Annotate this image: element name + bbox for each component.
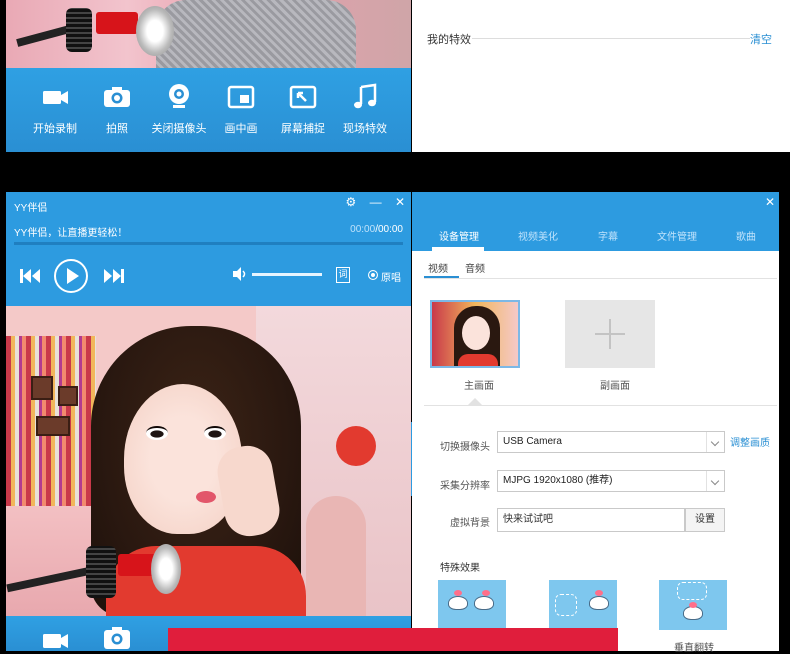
active-tab-indicator <box>432 247 484 251</box>
track-time: 00:00/00:00 <box>350 224 403 235</box>
close-camera-button[interactable]: 关闭摄像头 <box>148 82 210 144</box>
window-controls: ⚙ — ✕ <box>335 195 405 209</box>
my-effects-panel: 我的特效 清空 <box>412 0 790 152</box>
webcam-icon <box>148 82 210 112</box>
close-camera-label: 关闭摄像头 <box>151 123 207 135</box>
live-effects-label: 现场特效 <box>343 123 387 135</box>
main-screen-label: 主画面 <box>464 381 494 392</box>
virtual-bg-input[interactable]: 快来试试吧 <box>497 508 685 532</box>
subtab-audio[interactable]: 音频 <box>465 260 485 275</box>
take-photo-button[interactable]: 拍照 <box>86 82 148 144</box>
camera-preview <box>6 306 411 616</box>
screen-capture-icon <box>272 82 334 112</box>
music-note-icon <box>334 82 396 112</box>
volume-icon[interactable] <box>232 266 248 282</box>
virtual-bg-set-button[interactable]: 设置 <box>685 508 725 532</box>
my-effects-label: 我的特效 <box>427 34 471 46</box>
close-icon[interactable]: ✕ <box>395 195 405 209</box>
divider <box>424 405 777 406</box>
camera-value: USB Camera <box>503 436 562 447</box>
flip-vertical-label: 垂直翻转 <box>674 643 714 654</box>
selection-caret <box>468 398 482 405</box>
picture-in-picture-button[interactable]: 画中画 <box>210 82 272 144</box>
volume-slider[interactable] <box>252 273 322 276</box>
photo-camera-icon <box>86 82 148 112</box>
tab-device-management[interactable]: 设备管理 <box>439 228 479 243</box>
time-current: 00:00 <box>350 224 376 235</box>
chevron-down-icon <box>706 432 724 452</box>
live-effects-button[interactable]: 现场特效 <box>334 82 396 144</box>
clear-link[interactable]: 清空 <box>750 31 772 47</box>
red-banner <box>168 628 618 651</box>
subtab-video[interactable]: 视频 <box>428 260 448 275</box>
resolution-label: 采集分辨率 <box>440 481 490 492</box>
settings-panel: ✕ 设备管理 视频美化 字幕 文件管理 歌曲 视频 音频 主画面 副画面 切换摄… <box>412 192 779 654</box>
track-title: YY伴侣，让直播更轻松！ <box>14 228 128 239</box>
virtual-bg-label: 虚拟背景 <box>450 518 490 529</box>
original-vocal-label: 原唱 <box>381 273 401 284</box>
play-button[interactable] <box>54 259 88 293</box>
picture-in-picture-icon <box>210 82 272 112</box>
effect-tile-rotate[interactable] <box>549 580 617 630</box>
special-effects-label: 特殊效果 <box>440 563 480 574</box>
close-icon[interactable]: ✕ <box>765 195 775 209</box>
settings-header: ✕ 设备管理 视频美化 字幕 文件管理 歌曲 <box>412 192 779 251</box>
divider <box>424 278 777 279</box>
tab-file-management[interactable]: 文件管理 <box>657 228 697 243</box>
camera-label: 切换摄像头 <box>440 442 490 453</box>
start-record-button[interactable]: 开始录制 <box>24 82 86 144</box>
original-vocal-radio[interactable] <box>368 270 378 280</box>
tab-video-beautify[interactable]: 视频美化 <box>518 228 558 243</box>
divider <box>472 38 750 39</box>
screen-capture-button[interactable]: 屏幕捕捉 <box>272 82 334 144</box>
time-total: /00:00 <box>375 224 403 235</box>
resolution-value: MJPG 1920x1080 (推荐) <box>503 475 613 486</box>
tab-subtitles[interactable]: 字幕 <box>598 228 618 243</box>
camera-select[interactable]: USB Camera <box>497 431 725 453</box>
video-camera-icon <box>24 82 86 112</box>
photo-camera-icon[interactable] <box>102 624 132 650</box>
sub-screen-add-button[interactable] <box>565 300 655 368</box>
start-record-label: 开始录制 <box>33 123 77 135</box>
adjust-quality-link[interactable]: 调整画质 <box>730 434 770 449</box>
sub-screen-label: 副画面 <box>600 381 630 392</box>
gear-icon[interactable]: ⚙ <box>345 195 356 209</box>
top-toolbar: 开始录制 拍照 关闭摄像头 画中画 屏幕捕捉 现场特效 <box>6 68 411 152</box>
effect-tile-flip-vertical[interactable] <box>659 580 727 630</box>
effect-tile-mirror[interactable] <box>438 580 506 630</box>
minimize-icon[interactable]: — <box>370 195 382 209</box>
take-photo-label: 拍照 <box>106 123 128 135</box>
top-panel: 开始录制 拍照 关闭摄像头 画中画 屏幕捕捉 现场特效 我的特效 清空 <box>0 0 790 152</box>
progress-bar[interactable] <box>14 242 403 245</box>
next-track-button[interactable] <box>102 266 126 286</box>
app-title: YY伴侣 <box>14 203 48 214</box>
camera-preview-top <box>6 0 411 68</box>
video-camera-icon[interactable] <box>40 628 70 650</box>
tab-songs[interactable]: 歌曲 <box>736 228 756 243</box>
screen-capture-label: 屏幕捕捉 <box>281 123 325 135</box>
player-window: YY伴侣 ⚙ — ✕ YY伴侣，让直播更轻松！ 00:00/00:00 词 原唱 <box>6 192 411 651</box>
chevron-down-icon <box>706 471 724 491</box>
resolution-select[interactable]: MJPG 1920x1080 (推荐) <box>497 470 725 492</box>
main-screen-thumbnail[interactable] <box>430 300 520 368</box>
previous-track-button[interactable] <box>18 266 42 286</box>
picture-in-picture-label: 画中画 <box>224 123 258 135</box>
lyric-button[interactable]: 词 <box>336 267 350 283</box>
